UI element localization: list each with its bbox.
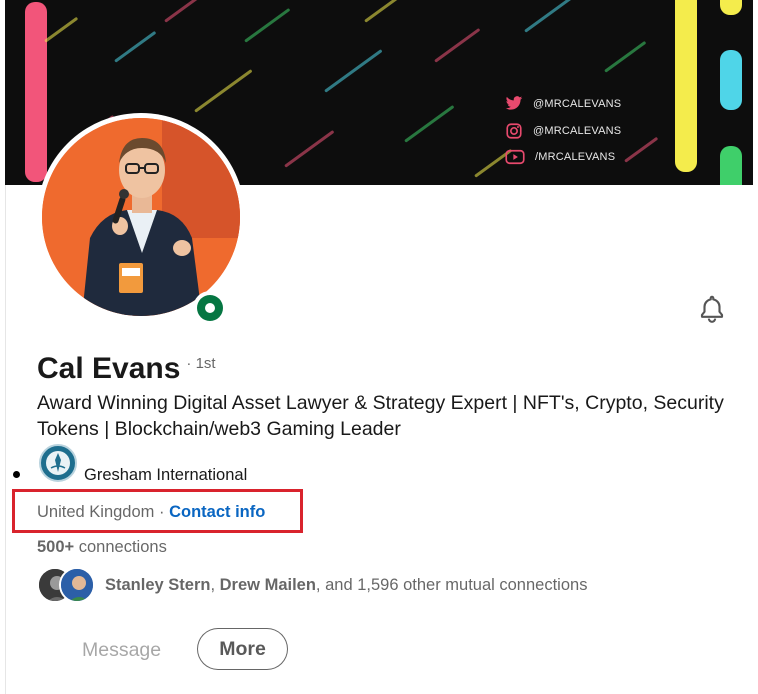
banner-accent-yellow-small [720,0,742,15]
company-logo[interactable] [39,444,77,482]
online-status-indicator [193,291,227,325]
instagram-icon [506,123,522,139]
connection-degree: · 1st [186,355,216,372]
connections-label: connections [74,538,167,556]
avatar [59,567,95,603]
connections-count: 500+ [37,538,75,556]
banner-social-twitter: @MRCALEVANS [505,96,621,111]
banner-accent-pink [25,2,47,182]
connections-count-link[interactable]: 500+ connections [37,538,167,557]
mutual-name-1: Stanley Stern [105,576,211,594]
profile-location-row: United Kingdom · Contact info [37,503,265,522]
mutual-connections-avatars[interactable] [37,567,97,605]
twitter-icon [505,96,523,110]
profile-name-row: Cal Evans · 1st [37,352,216,386]
social-handle-instagram: @MRCALEVANS [533,125,622,137]
more-button[interactable]: More [197,628,288,670]
profile-name: Cal Evans [37,352,181,385]
banner-accent-green [720,146,742,185]
banner-accent-cyan [720,50,742,110]
contact-info-link[interactable]: Contact info [169,503,265,521]
profile-location: United Kingdom [37,503,155,521]
social-handle-twitter: @MRCALEVANS [533,97,622,110]
profile-photo-image [42,118,240,316]
profile-photo[interactable] [37,113,245,321]
youtube-icon [505,149,525,165]
location-separator: · [154,503,170,521]
notification-bell-icon[interactable] [697,293,727,323]
mutual-rest: , and 1,596 other mutual connections [315,576,588,594]
social-handle-youtube: /MRCALEVANS [535,151,616,163]
banner-accent-yellow [675,0,697,172]
company-name[interactable]: Gresham International [84,466,247,485]
bullet-dot [13,471,20,478]
mutual-name-2: Drew Mailen [219,576,316,594]
gresham-logo-icon [46,451,70,475]
banner-social-youtube: /MRCALEVANS [505,149,615,165]
message-button[interactable]: Message [82,639,161,662]
mutual-sep: , [210,576,220,594]
banner-social-instagram: @MRCALEVANS [505,122,621,140]
mutual-connections-text[interactable]: Stanley Stern, Drew Mailen, and 1,596 ot… [105,576,587,595]
profile-headline: Award Winning Digital Asset Lawyer & Str… [37,392,724,440]
